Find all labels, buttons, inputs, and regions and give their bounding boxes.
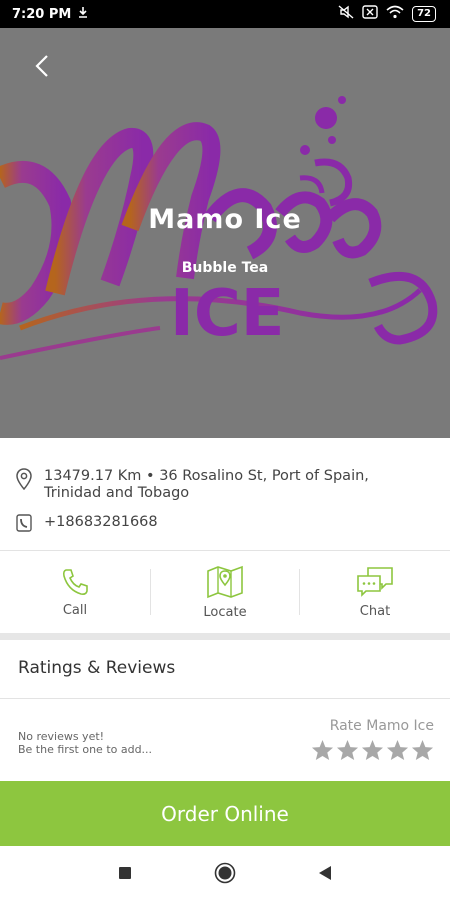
mute-icon [338,5,354,23]
restaurant-category: Bubble Tea [181,260,269,276]
star-icon[interactable] [311,739,334,761]
call-button[interactable]: Call [0,551,150,633]
location-pin-icon [16,468,32,494]
status-right: 72 [338,5,436,23]
map-icon [207,565,243,598]
no-reviews-line: No reviews yet! [18,730,105,743]
chat-label: Chat [359,603,391,619]
wifi-icon [386,5,404,23]
square-icon [119,867,131,879]
star-icon[interactable] [411,739,434,761]
status-time: 7:20 PM [12,6,72,22]
address-row[interactable]: 13479.17 Km • 36 Rosalino St, Port of Sp… [16,468,414,502]
no-reviews-line: Be the first one to add... [18,743,153,756]
chat-icon [357,566,393,597]
order-online-button[interactable]: Order Online [0,781,450,846]
triangle-back-icon [319,866,331,880]
locate-button[interactable]: Locate [150,551,300,633]
logo-ice-text: ICE [170,277,285,351]
recents-button[interactable] [110,858,140,888]
phone-icon [62,568,88,595]
phone-box-icon [16,514,32,536]
status-bar: 7:20 PM 72 [0,0,450,28]
locate-label: Locate [203,604,247,620]
chat-button[interactable]: Chat [300,551,450,633]
hero-banner: ICE Mamo Ice Bubble Tea [0,28,450,438]
address-text: 13479.17 Km • 36 Rosalino St, Port of Sp… [44,468,369,501]
star-icon[interactable] [336,739,359,761]
home-circle-icon [214,862,236,884]
home-button[interactable] [210,858,240,888]
rating-stars[interactable] [311,739,434,761]
divider [0,698,450,699]
no-sim-icon [362,5,378,23]
phone-row[interactable]: +18683281668 [16,514,158,536]
ratings-header: Ratings & Reviews [18,658,176,678]
restaurant-name: Mamo Ice [148,204,302,235]
rate-label: Rate Mamo Ice [329,718,434,734]
download-icon [77,6,89,22]
back-nav-button[interactable] [310,858,340,888]
info-section: 13479.17 Km • 36 Rosalino St, Port of Sp… [0,438,450,550]
battery-indicator: 72 [412,6,436,22]
no-reviews-text: No reviews yet! Be the first one to add.… [18,730,152,756]
navigation-bar [0,846,450,900]
action-separator [150,569,151,615]
section-separator [0,633,450,640]
call-label: Call [62,602,88,618]
chevron-left-icon [35,55,48,77]
star-icon[interactable] [386,739,409,761]
star-icon[interactable] [361,739,384,761]
action-bar: Call Locate Chat [0,551,450,633]
status-left: 7:20 PM [12,6,89,22]
back-button[interactable] [26,50,58,82]
phone-number: +18683281668 [44,514,158,530]
